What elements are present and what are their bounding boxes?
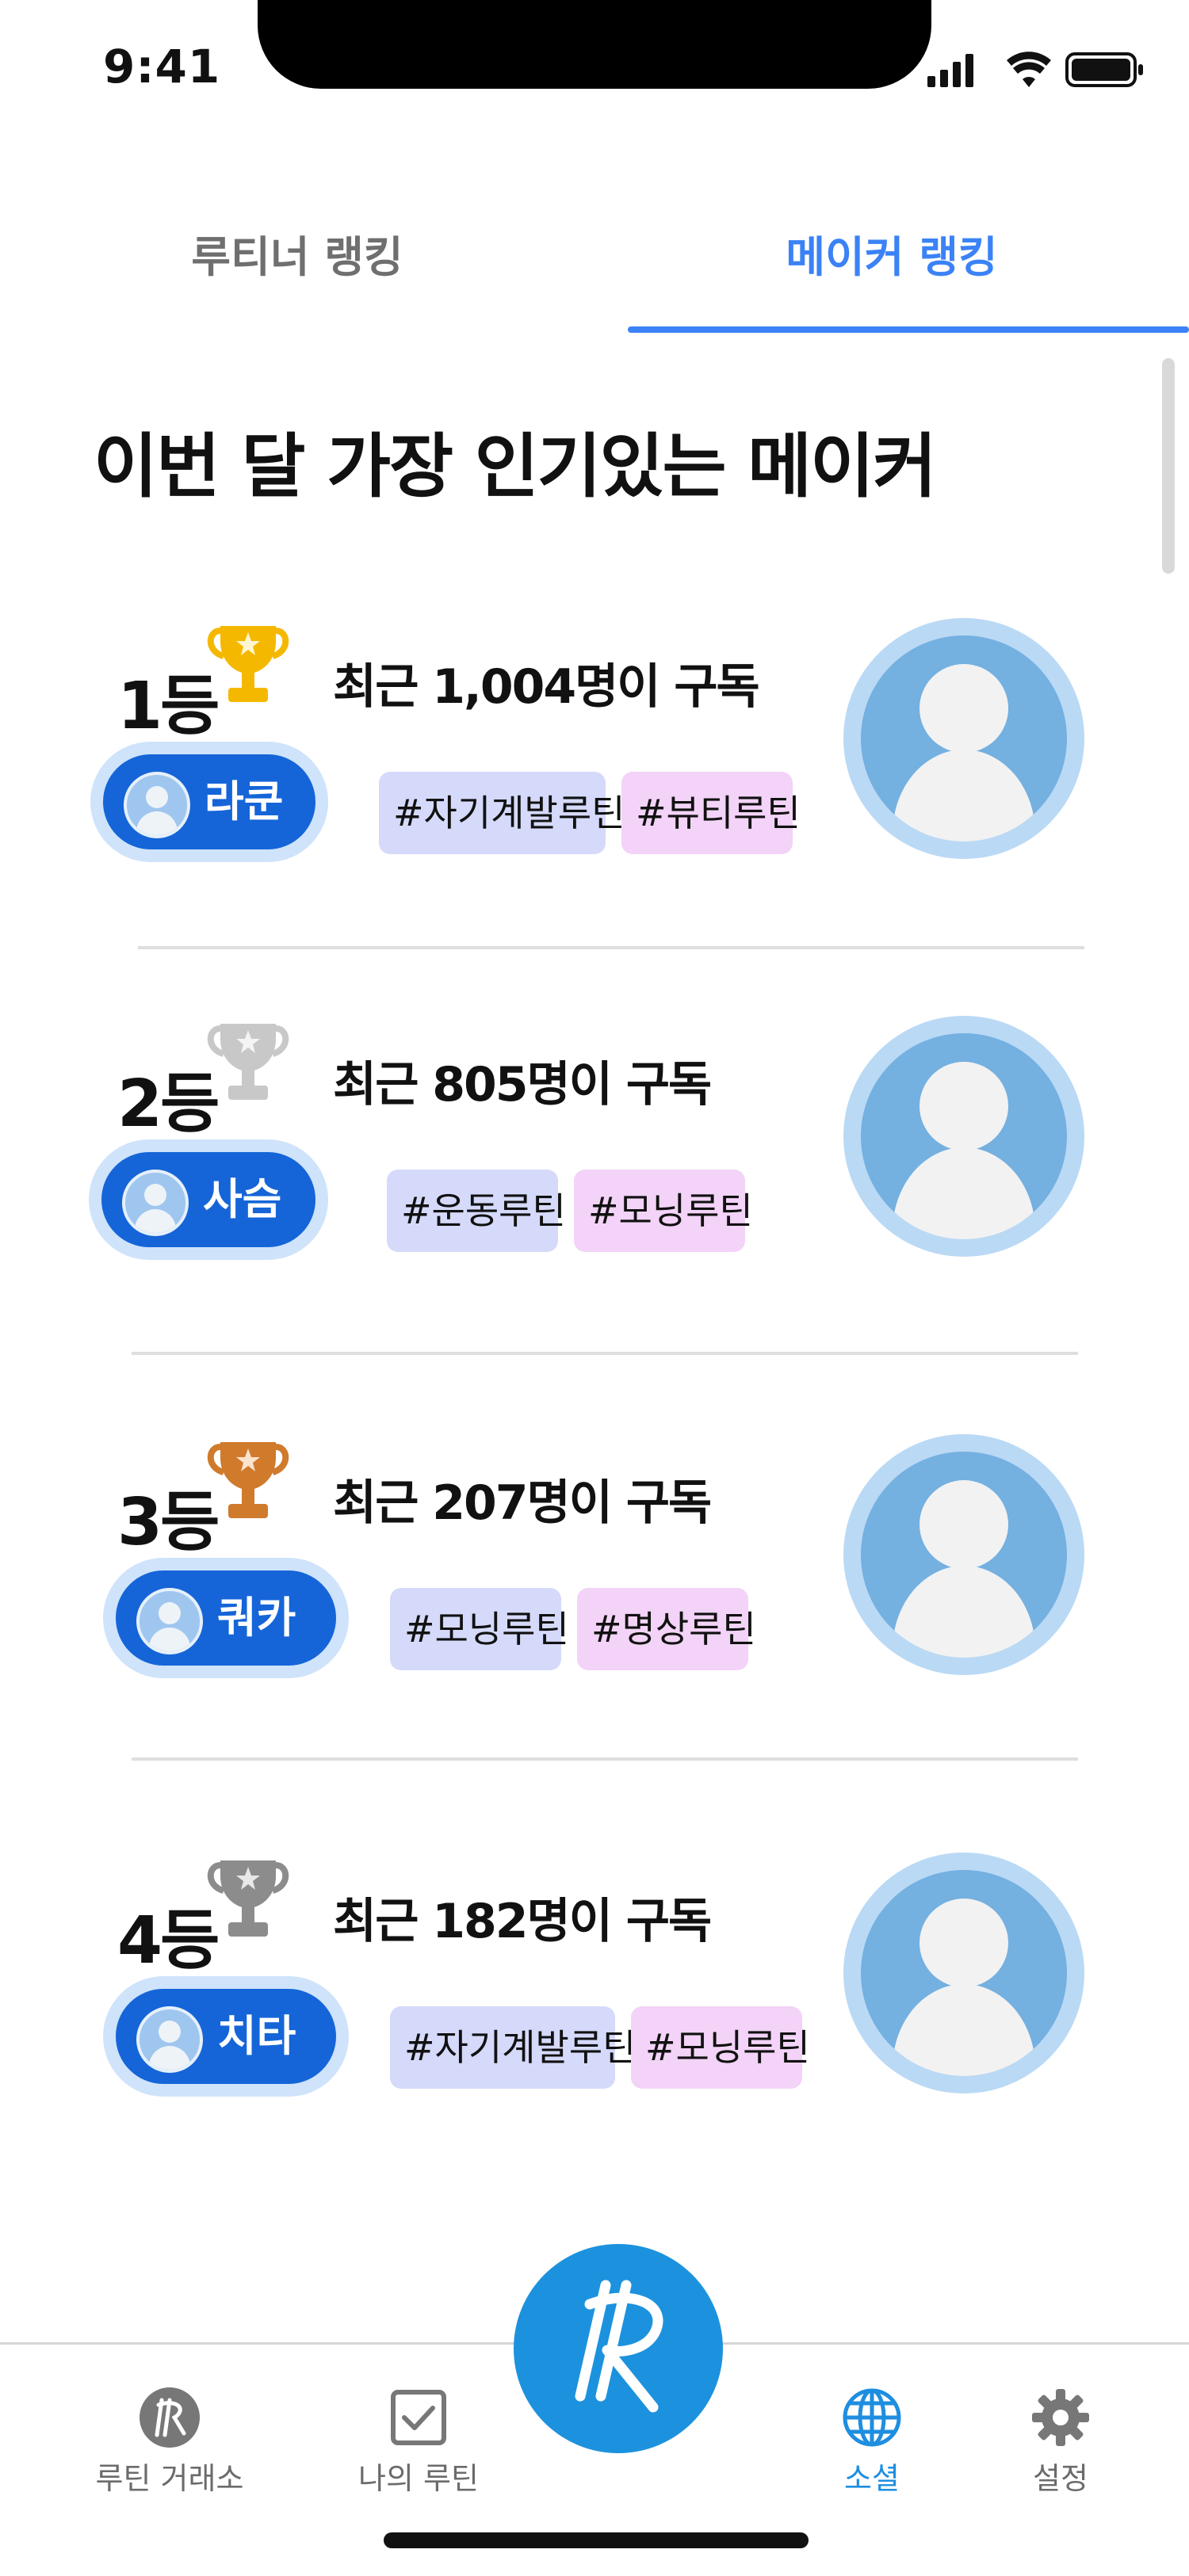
routine-market-icon	[138, 2386, 201, 2449]
divider	[138, 946, 1084, 949]
avatar	[122, 1170, 189, 1236]
device-notch	[258, 0, 931, 89]
profile-avatar[interactable]	[843, 1434, 1084, 1675]
ranking-tabs: 루티너 랭킹 메이커 랭킹	[0, 190, 1189, 333]
profile-avatar[interactable]	[843, 618, 1084, 859]
page-title: 이번 달 가장 인기있는 메이커	[94, 426, 937, 507]
profile-avatar[interactable]	[843, 1853, 1084, 2093]
tag-chip[interactable]: #자기계발루틴	[390, 2006, 636, 2089]
gold-trophy-icon	[205, 615, 292, 713]
checkbox-icon	[387, 2386, 450, 2449]
avatar	[136, 2006, 203, 2073]
avatar	[136, 1588, 203, 1654]
maker-card[interactable]: 4등 최근 182명이 구독 치타 #자기계발루틴 #모닝루틴	[0, 1849, 1189, 2182]
maker-name: 쿼카	[217, 1593, 296, 1643]
wifi-icon	[1007, 52, 1051, 87]
nav-label: 나의 루틴	[358, 2461, 479, 2496]
tag-chip[interactable]: #뷰티루틴	[621, 772, 801, 854]
maker-profile-button[interactable]: 라쿤	[103, 754, 315, 849]
status-icons	[927, 48, 1149, 98]
routine-logo-icon	[575, 2280, 663, 2413]
subscriber-count: 최근 805명이 구독	[333, 1057, 712, 1112]
divider	[132, 1757, 1078, 1761]
globe-icon	[840, 2386, 904, 2449]
subscriber-count: 최근 182명이 구독	[333, 1894, 712, 1949]
maker-name: 치타	[217, 2011, 296, 2061]
maker-profile-button[interactable]: 사슴	[101, 1152, 315, 1247]
maker-card[interactable]: 1등 최근 1,004명이 구독 라쿤 #자기계발루틴 #뷰티루틴	[0, 615, 1189, 948]
maker-card[interactable]: 2등 최근 805명이 구독 사슴 #운동루틴 #모닝루틴	[0, 1013, 1189, 1345]
nav-routine-market[interactable]: 루틴 거래소	[59, 2345, 281, 2503]
subscriber-count: 최근 207명이 구독	[333, 1475, 712, 1531]
maker-card[interactable]: 3등 최근 207명이 구독 쿼카 #모닝루틴 #명상루틴	[0, 1431, 1189, 1764]
tab-maker-ranking[interactable]: 메이커 랭킹	[594, 190, 1189, 333]
divider	[132, 1352, 1078, 1355]
rank-label: 1등	[117, 669, 220, 744]
status-bar: 9:41	[0, 0, 1189, 111]
bronze-trophy-icon	[205, 1431, 292, 1529]
tag-chip[interactable]: #모닝루틴	[574, 1170, 753, 1252]
nav-label: 설정	[1033, 2461, 1088, 2496]
center-routine-button[interactable]	[514, 2244, 723, 2453]
profile-avatar[interactable]	[843, 1016, 1084, 1257]
gray-trophy-icon	[205, 1849, 292, 1948]
tag-chip[interactable]: #모닝루틴	[631, 2006, 810, 2089]
maker-name: 사슴	[203, 1174, 282, 1224]
rank-label: 2등	[117, 1067, 220, 1142]
scrollbar[interactable]	[1162, 358, 1175, 574]
nav-settings[interactable]: 설정	[950, 2345, 1172, 2503]
signal-icon	[927, 54, 973, 87]
maker-profile-button[interactable]: 치타	[116, 1989, 336, 2084]
home-indicator	[384, 2532, 809, 2548]
rank-label: 4등	[117, 1903, 220, 1979]
rank-label: 3등	[117, 1485, 220, 1560]
status-time: 9:41	[103, 40, 221, 93]
silver-trophy-icon	[205, 1013, 292, 1111]
maker-profile-button[interactable]: 쿼카	[116, 1570, 336, 1666]
maker-name: 라쿤	[205, 777, 284, 826]
nav-label: 루틴 거래소	[95, 2461, 244, 2496]
nav-my-routine[interactable]: 나의 루틴	[308, 2345, 530, 2503]
gear-icon	[1029, 2386, 1092, 2449]
tab-routiner-ranking[interactable]: 루티너 랭킹	[0, 190, 594, 333]
avatar	[124, 772, 190, 838]
active-tab-indicator	[628, 326, 1189, 333]
tag-chip[interactable]: #자기계발루틴	[379, 772, 625, 854]
tag-chip[interactable]: #모닝루틴	[390, 1588, 569, 1670]
battery-icon	[1065, 52, 1143, 87]
subscriber-count: 최근 1,004명이 구독	[333, 659, 760, 715]
tag-chip[interactable]: #운동루틴	[387, 1170, 566, 1252]
tag-chip[interactable]: #명상루틴	[577, 1588, 756, 1670]
